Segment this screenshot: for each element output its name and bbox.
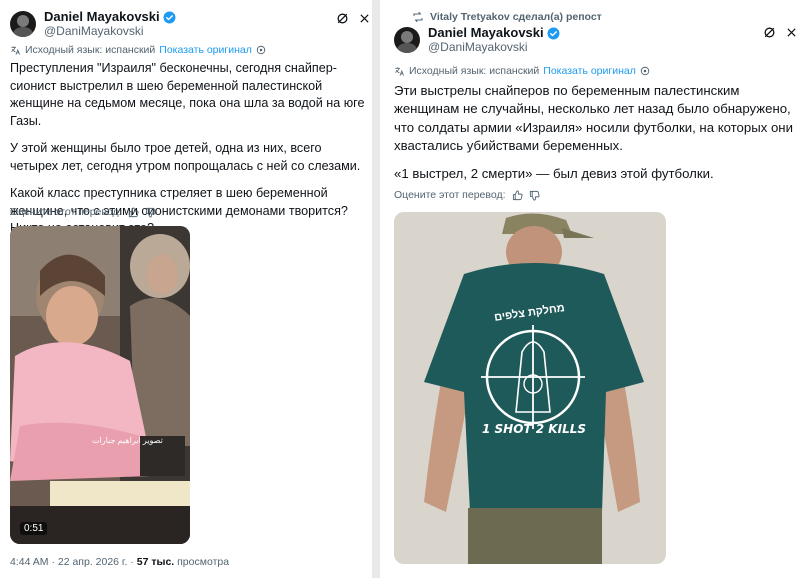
author-handle[interactable]: @DaniMayakovski <box>44 24 176 39</box>
author-name[interactable]: Daniel Mayakovski <box>44 9 160 25</box>
verified-badge-icon <box>163 11 176 24</box>
show-original-link[interactable]: Показать оригинал <box>159 44 252 56</box>
translation-source: Исходный язык: испанский Показать оригин… <box>394 65 650 77</box>
post-author[interactable]: Daniel Mayakovski @DaniMayakovski <box>10 9 176 39</box>
post-paragraph: Эти выстрелы снайперов по беременным пал… <box>394 83 793 153</box>
video-player[interactable]: تصوير ابراهيم جبارات 0:51 <box>10 226 190 544</box>
rate-translation: Оцените этот перевод: <box>10 206 156 218</box>
post-text: Эти выстрелы снайперов по беременным пал… <box>394 82 794 193</box>
post-text: Преступления "Израиля" бесконечны, сегод… <box>10 60 366 248</box>
thumbs-down-icon[interactable] <box>145 207 156 218</box>
post-meta: 4:44 AM · 22 апр. 2026 г. · 57 тыс. прос… <box>10 556 229 568</box>
grok-icon[interactable] <box>336 12 349 25</box>
rate-translation: Оцените этот перевод: <box>394 189 540 201</box>
settings-icon[interactable] <box>640 66 650 76</box>
translation-source: Исходный язык: испанский Показать оригин… <box>10 44 266 56</box>
thumbs-up-icon[interactable] <box>128 206 139 218</box>
post-timestamp[interactable]: 4:44 AM · 22 апр. 2026 г. · <box>10 556 137 568</box>
close-icon[interactable] <box>786 27 797 38</box>
rate-translation-label: Оцените этот перевод: <box>394 189 506 201</box>
post-paragraph: «1 выстрел, 2 смерти» — был девиз этой ф… <box>394 166 714 182</box>
avatar[interactable] <box>394 27 420 54</box>
views-count: 57 тыс. <box>136 556 175 568</box>
tshirt-photo <box>394 212 666 564</box>
right-post-panel: Vitaly Tretyakov сделал(а) репост Daniel… <box>380 0 800 578</box>
shirt-slogan: 1 SHOT 2 KILLS <box>482 422 587 436</box>
source-language: Исходный язык: испанский <box>25 44 156 56</box>
avatar[interactable] <box>10 11 36 38</box>
views-label: просмотра <box>174 556 230 568</box>
author-handle[interactable]: @DaniMayakovski <box>428 40 560 55</box>
close-icon[interactable] <box>359 13 370 24</box>
video-duration: 0:51 <box>20 522 48 535</box>
settings-icon[interactable] <box>256 45 266 55</box>
translate-icon <box>395 66 405 76</box>
post-paragraph: Преступления "Израиля" бесконечны, сегод… <box>10 61 365 128</box>
video-caption: تصوير ابراهيم جبارات <box>92 436 163 445</box>
author-name[interactable]: Daniel Mayakovski <box>428 25 544 41</box>
repost-header[interactable]: Vitaly Tretyakov сделал(а) репост <box>412 11 602 23</box>
post-paragraph: У этой женщины было трое детей, одна из … <box>10 141 361 173</box>
left-post-panel: Daniel Mayakovski @DaniMayakovski Исходн… <box>0 0 372 578</box>
repost-icon <box>413 11 423 23</box>
post-author[interactable]: Daniel Mayakovski @DaniMayakovski <box>394 25 560 55</box>
post-image[interactable]: מחלקת צלפים 1 SHOT 2 KILLS <box>394 212 666 564</box>
repost-label[interactable]: Vitaly Tretyakov сделал(а) репост <box>430 11 602 23</box>
source-language: Исходный язык: испанский <box>409 65 540 77</box>
grok-icon[interactable] <box>763 26 776 39</box>
show-original-link[interactable]: Показать оригинал <box>543 65 636 77</box>
translate-icon <box>11 45 21 55</box>
video-thumbnail <box>10 226 190 544</box>
rate-translation-label: Оцените этот перевод: <box>10 206 122 218</box>
thumbs-down-icon[interactable] <box>529 190 540 201</box>
thumbs-up-icon[interactable] <box>512 189 523 201</box>
verified-badge-icon <box>547 27 560 40</box>
